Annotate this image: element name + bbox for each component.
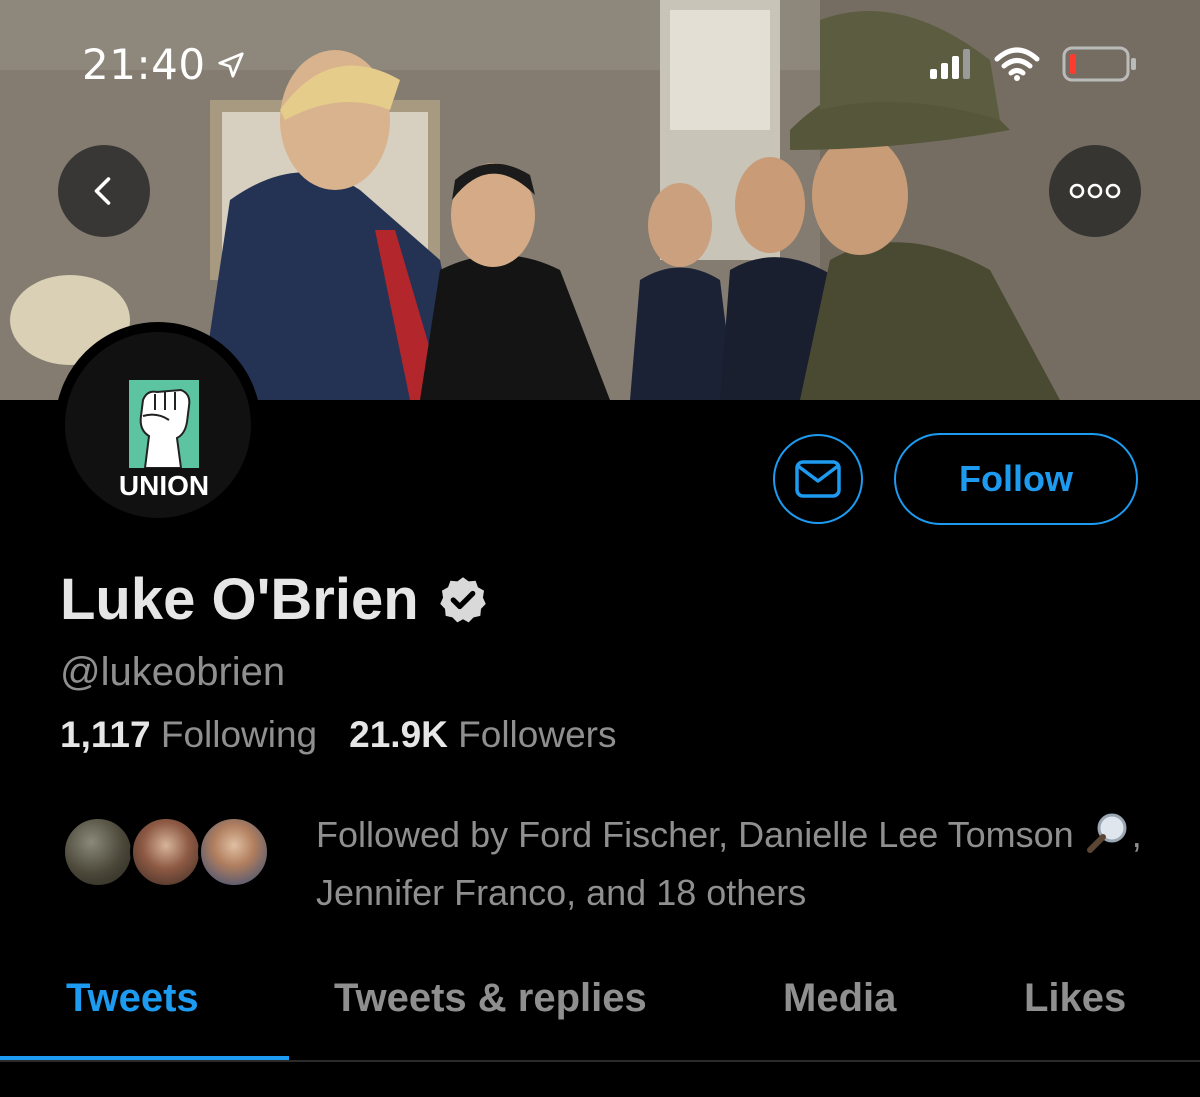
status-bar-time: 21:40 [82,40,246,89]
followers-count: 21.9K [349,714,448,755]
profile-tabs: Tweets Tweets & replies Media Likes [0,960,1200,1062]
tab-likes[interactable]: Likes [1024,976,1126,1021]
raised-fist-icon [121,380,207,469]
following-label: Following [160,714,318,755]
union-logo [121,380,207,469]
mutual-followers-avatars[interactable] [62,816,282,888]
profile-handle: @lukeobrien [60,650,286,694]
mutual-avatar [198,816,270,888]
followers-label: Followers [458,714,617,755]
followers-link[interactable]: 21.9K Followers [349,714,616,756]
mutual-avatar [62,816,134,888]
profile-avatar[interactable]: UNION [55,322,261,528]
mutual-avatar [130,816,202,888]
battery-low-icon [1062,46,1136,82]
follow-button[interactable]: Follow [894,433,1138,525]
tab-media[interactable]: Media [783,976,896,1021]
tabs-divider [0,1060,1200,1062]
location-arrow-icon [217,51,244,78]
message-button[interactable] [773,434,863,524]
cellular-signal-icon [930,49,970,79]
followed-by-names: Followed by Ford Fischer, Danielle Lee T… [316,814,1084,855]
wifi-icon [994,47,1040,81]
avatar-image: UNION [65,332,251,518]
display-name: Luke O'Brien [60,567,419,632]
profile-name-row: Luke O'Brien [60,566,489,633]
back-button[interactable] [58,145,150,237]
tab-tweets[interactable]: Tweets [66,976,199,1021]
chevron-left-icon [94,177,111,205]
magnifying-glass-icon [1086,813,1127,853]
time-text: 21:40 [82,40,206,89]
envelope-icon [795,460,841,498]
more-options-button[interactable] [1049,145,1141,237]
tab-tweets-replies[interactable]: Tweets & replies [334,976,647,1021]
status-bar-indicators [930,46,1138,82]
union-logo-text: UNION [118,470,210,501]
verified-badge-icon [439,576,486,622]
followed-by-text[interactable]: Followed by Ford Fischer, Danielle Lee T… [316,806,1146,922]
more-horizontal-icon [1069,183,1121,199]
following-link[interactable]: 1,117 Following [60,714,317,756]
following-count: 1,117 [60,714,151,755]
follow-stats: 1,117 Following 21.9K Followers [60,714,616,756]
